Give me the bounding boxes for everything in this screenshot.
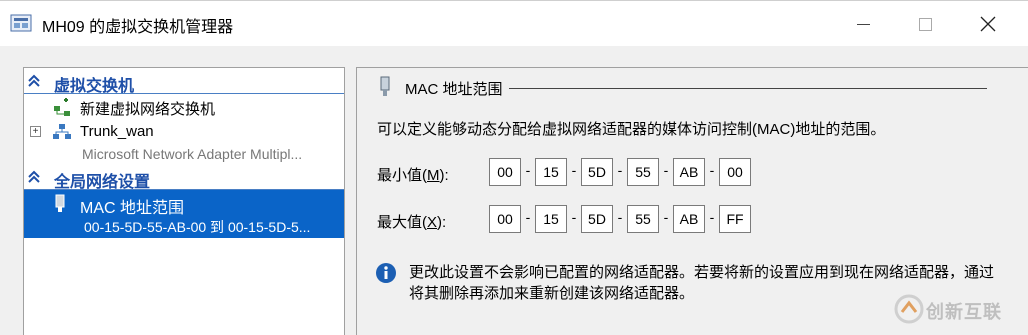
navigation-pane: 虚拟交换机 新建虚拟网络交换机 + Trunk_wan Microsoft Ne…: [23, 67, 345, 335]
group-title: MAC 地址范围: [405, 81, 503, 98]
min-octet-2[interactable]: 15: [535, 158, 567, 186]
new-switch-item[interactable]: 新建虚拟网络交换机: [24, 96, 344, 120]
range-description: 可以定义能够动态分配给虚拟网络适配器的媒体访问控制(MAC)地址的范围。: [377, 121, 886, 138]
min-octet-4[interactable]: 55: [627, 158, 659, 186]
title-bar: MH09 的虚拟交换机管理器: [0, 0, 1028, 46]
min-octet-1[interactable]: 00: [489, 158, 521, 186]
min-octet-3[interactable]: 5D: [581, 158, 613, 186]
max-octet-4[interactable]: 55: [627, 205, 659, 233]
minimum-label: 最小值(M):: [377, 167, 449, 184]
switch-manager-icon: [10, 14, 32, 32]
max-octet-2[interactable]: 15: [535, 205, 567, 233]
max-octet-5[interactable]: AB: [673, 205, 705, 233]
switch-name: Trunk_wan: [80, 123, 154, 140]
octet-separator: -: [617, 209, 623, 225]
max-octet-3[interactable]: 5D: [581, 205, 613, 233]
octet-separator: -: [663, 162, 669, 178]
min-octet-5[interactable]: AB: [673, 158, 705, 186]
octet-separator: -: [709, 209, 715, 225]
octet-separator: -: [525, 209, 531, 225]
octet-separator: -: [571, 209, 577, 225]
close-icon: [980, 16, 996, 32]
section-global-network-settings[interactable]: 全局网络设置: [24, 166, 344, 191]
close-button[interactable]: [968, 9, 1008, 39]
collapse-chevron-icon: [28, 170, 40, 183]
section-virtual-switches[interactable]: 虚拟交换机: [24, 70, 344, 95]
network-adapter-icon: [55, 194, 65, 212]
section-label: 虚拟交换机: [54, 78, 135, 95]
mac-range-item[interactable]: MAC 地址范围 00-15-5D-55-AB-00 到 00-15-5D-5.…: [24, 190, 344, 238]
collapse-chevron-icon: [28, 74, 40, 87]
switch-adapter-description: Microsoft Network Adapter Multipl...: [82, 146, 303, 162]
octet-separator: -: [571, 162, 577, 178]
octet-separator: -: [525, 162, 531, 178]
minimize-icon: [856, 23, 870, 25]
watermark: 创新互联: [890, 290, 1025, 330]
mac-range-value: 00-15-5D-55-AB-00 到 00-15-5D-5...: [84, 219, 311, 235]
network-switch-icon: [53, 124, 71, 139]
mac-range-label: MAC 地址范围: [80, 200, 185, 217]
min-octet-6[interactable]: 00: [719, 158, 751, 186]
window-title: MH09 的虚拟交换机管理器: [42, 19, 234, 36]
new-switch-icon: [54, 98, 70, 116]
section-label: 全局网络设置: [54, 174, 151, 191]
watermark-logo-icon: [894, 294, 924, 324]
minimize-button[interactable]: [843, 9, 883, 39]
maximize-icon: [918, 17, 932, 31]
switch-item-trunk-wan[interactable]: Trunk_wan: [24, 120, 344, 144]
watermark-text: 创新互联: [926, 302, 1002, 322]
new-switch-label: 新建虚拟网络交换机: [80, 101, 216, 118]
maximum-label: 最大值(X):: [377, 214, 447, 231]
max-octet-6[interactable]: FF: [719, 205, 751, 233]
octet-separator: -: [709, 162, 715, 178]
maximize-button[interactable]: [905, 9, 945, 39]
network-adapter-icon: [380, 76, 390, 96]
group-divider: [509, 88, 987, 89]
octet-separator: -: [617, 162, 623, 178]
info-icon: [376, 263, 396, 283]
octet-separator: -: [663, 209, 669, 225]
max-octet-1[interactable]: 00: [489, 205, 521, 233]
